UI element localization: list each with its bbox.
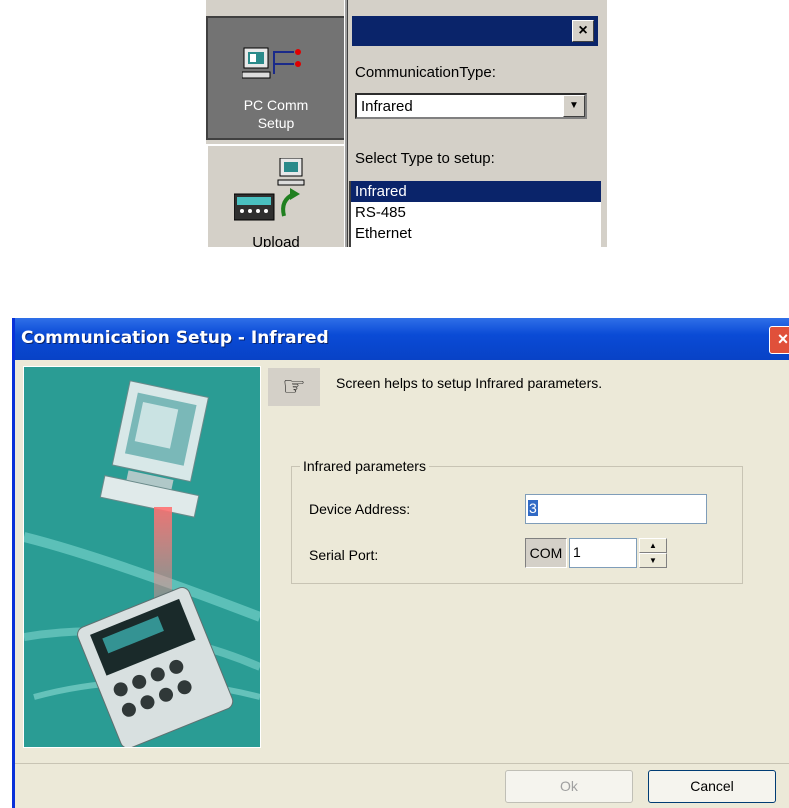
dropdown-panel-header: × <box>352 16 598 46</box>
pc-comm-setup-label: PC Comm Setup <box>208 96 344 132</box>
upload-device-icon <box>234 158 305 221</box>
ok-button[interactable]: Ok <box>505 770 633 803</box>
pointing-hand-icon: ☞ <box>268 368 320 406</box>
type-list[interactable]: Infrared RS-485 Ethernet <box>349 181 601 247</box>
pc-network-icon <box>242 47 301 79</box>
close-icon[interactable]: × <box>572 20 594 42</box>
dialog-titlebar[interactable]: Communication Setup - Infrared × <box>15 318 789 360</box>
device-address-value: 3 <box>528 500 538 516</box>
device-address-input[interactable]: 3 <box>525 494 707 524</box>
pc-to-device-image <box>24 380 260 747</box>
spin-down-icon[interactable]: ▼ <box>639 553 667 568</box>
comm-config-panel: PC Comm Setup Upload × CommunicationType… <box>206 0 607 247</box>
com-prefix-label: COM <box>525 538 567 568</box>
select-type-label: Select Type to setup: <box>355 150 495 167</box>
serial-port-label: Serial Port: <box>309 547 379 563</box>
serial-port-input[interactable]: 1 <box>569 538 637 568</box>
group-label: Infrared parameters <box>300 458 429 474</box>
infrared-parameters-group: Infrared parameters Device Address: 3 Se… <box>291 458 743 584</box>
pc-comm-setup-button[interactable]: PC Comm Setup <box>206 16 346 140</box>
spin-up-icon[interactable]: ▲ <box>639 538 667 553</box>
dialog-title: Communication Setup - Infrared <box>21 328 329 348</box>
serial-port-value: 1 <box>573 544 581 560</box>
communication-type-value: Infrared <box>361 98 413 115</box>
upload-button[interactable]: Upload <box>206 144 346 247</box>
communication-type-select[interactable]: Infrared ▼ <box>355 93 587 119</box>
communication-setup-dialog: Communication Setup - Infrared × ☞ Scree… <box>12 318 789 808</box>
dropdown-arrow-icon[interactable]: ▼ <box>563 95 585 117</box>
hint-text: Screen helps to setup Infrared parameter… <box>336 375 603 391</box>
type-item-infrared[interactable]: Infrared <box>351 181 601 202</box>
cancel-button[interactable]: Cancel <box>648 770 776 803</box>
device-address-label: Device Address: <box>309 501 411 517</box>
footer-divider <box>15 763 789 764</box>
infrared-illustration <box>23 366 261 748</box>
panel-divider <box>344 0 348 247</box>
upload-label: Upload <box>252 234 300 247</box>
communication-type-label: CommunicationType: <box>355 64 496 81</box>
serial-port-spinner[interactable]: ▲ ▼ <box>639 538 667 568</box>
pc-comm-label-line2: Setup <box>257 115 295 131</box>
type-item-ethernet[interactable]: Ethernet <box>351 223 601 244</box>
pc-comm-label-line1: PC Comm <box>243 97 309 113</box>
type-item-rs485[interactable]: RS-485 <box>351 202 601 223</box>
close-icon[interactable]: × <box>769 326 789 354</box>
